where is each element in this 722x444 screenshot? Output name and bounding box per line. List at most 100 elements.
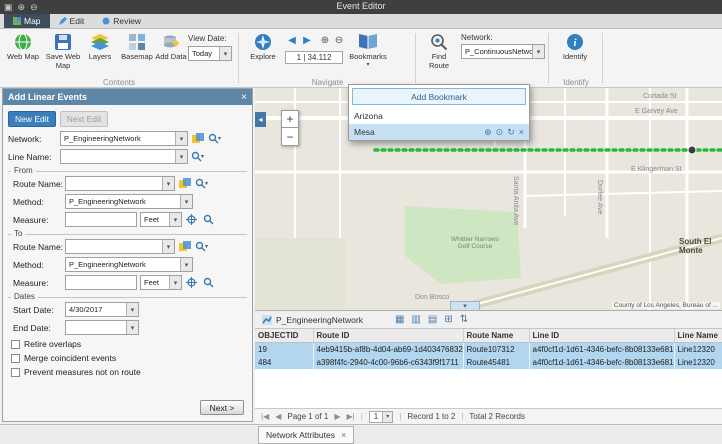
network-field-select[interactable]: P_EngineeringNetwork ▾ [60,131,188,146]
chevron-down-icon[interactable]: ▾ [219,47,231,60]
last-page-icon[interactable]: ▶| [346,412,354,421]
map-scale-input[interactable]: 1 | 34.112 [285,51,343,64]
basemap-button[interactable]: Basemap [118,32,156,76]
zoom-to-measure-icon[interactable] [201,213,216,226]
to-route-name-select[interactable]: ▾ [65,239,175,254]
pick-measure-icon[interactable] [184,213,199,226]
network-attributes-tab[interactable]: Network Attributes × [258,426,354,444]
bookmark-name: Arizona [354,111,383,121]
column-header[interactable]: Line ID [529,329,674,343]
chevron-down-icon[interactable]: ▾ [162,177,174,190]
new-edit-button[interactable]: New Edit [8,111,56,127]
zoom-in-icon[interactable]: ⊕ [318,33,332,47]
chevron-down-icon[interactable]: ▾ [532,45,544,58]
column-header[interactable]: Line Name [674,329,722,343]
column-header[interactable]: Route Name [463,329,529,343]
previous-extent-icon[interactable]: ◀ [285,33,299,47]
collapse-table-button[interactable]: ▾ [450,301,480,310]
network-select[interactable]: P_ContinuousNetwork ▾ [461,44,545,59]
bookmarks-button[interactable]: Bookmarks ▾ [346,32,390,76]
zoom-out-button[interactable]: − [281,128,299,146]
table-empty-area [255,369,722,408]
calendar-dropdown-icon[interactable]: ▾ [126,321,138,334]
from-method-select[interactable]: P_EngineeringNetwork ▾ [65,194,193,209]
identify-button[interactable]: i Identify [556,32,594,76]
table-row[interactable]: 484 a398f4fc-2940-4c00-96b6-c6343f9f1711… [255,356,722,369]
end-date-input[interactable]: ▾ [65,320,139,335]
view-date-select[interactable]: Today ▾ [188,46,232,61]
calendar-dropdown-icon[interactable]: ▾ [126,303,138,316]
pan-to-bookmark-icon[interactable]: ⊙ [496,127,504,138]
find-route-button[interactable]: Find Route [421,32,457,76]
start-date-input[interactable]: 4/30/2017 ▾ [65,302,139,317]
attribute-table-tab[interactable]: P_EngineeringNetwork [276,315,363,325]
sort-icon[interactable]: ⇅ [460,314,468,325]
add-bookmark-button[interactable]: Add Bookmark [352,88,526,105]
chevron-down-icon[interactable]: ▾ [175,132,187,145]
save-icon[interactable]: ▣ [4,2,13,13]
line-name-select[interactable]: ▾ [60,149,188,164]
catalog-icon[interactable] [190,132,205,145]
to-unit-select[interactable]: Feet ▾ [140,275,182,290]
chevron-down-icon[interactable]: ▾ [180,258,192,271]
retire-overlaps-checkbox[interactable] [11,340,20,349]
next-page-icon[interactable]: ▶ [334,412,340,421]
bookmarks-popup: Add Bookmark Arizona Mesa ⊕ ⊙ ↻ × [348,84,530,141]
layers-button[interactable]: Layers [84,32,116,76]
zoom-to-bookmark-icon[interactable]: ⊕ [484,127,492,138]
tab-edit[interactable]: Edit [50,14,94,28]
select-on-map-icon[interactable]: ▾ [194,177,209,190]
first-page-icon[interactable]: |◀ [261,412,269,421]
remove-bookmark-icon[interactable]: × [519,127,524,138]
catalog-icon[interactable] [177,240,192,253]
table-options-icon[interactable]: ▦ [395,314,404,325]
table-row[interactable]: 19 4eb9415b-af8b-4d04-ab69-1d403476832b … [255,343,722,357]
add-record-icon[interactable]: ⊞ [444,314,452,325]
chevron-down-icon[interactable]: ▾ [180,195,192,208]
window-titlebar: ▣ ⊕ ⊖ Event Editor [0,0,722,14]
column-header[interactable]: Route ID [313,329,463,343]
chevron-down-icon[interactable]: ▾ [169,213,181,226]
update-bookmark-icon[interactable]: ↻ [507,127,515,138]
zoom-to-measure-icon[interactable] [201,276,216,289]
zoom-in-icon[interactable]: ⊕ [18,2,26,13]
chevron-down-icon[interactable]: ▾ [175,150,187,163]
collapse-panel-button[interactable]: ◂ [255,112,266,127]
next-extent-icon[interactable]: ▶ [300,33,314,47]
show-selected-icon[interactable]: ▥ [411,314,420,325]
select-on-map-icon[interactable]: ▾ [190,150,205,163]
bookmark-item-arizona[interactable]: Arizona [349,108,529,124]
bookmark-item-mesa[interactable]: Mesa ⊕ ⊙ ↻ × [349,124,529,140]
previous-page-icon[interactable]: ◀ [275,412,281,421]
zoom-out-icon[interactable]: ⊖ [332,33,346,47]
merge-coincident-checkbox[interactable] [11,354,20,363]
page-size-select[interactable]: 1 ▾ [369,411,393,423]
clear-selection-icon[interactable]: ▤ [428,314,437,325]
zoom-out-icon[interactable]: ⊖ [30,2,38,13]
from-route-name-select[interactable]: ▾ [65,176,175,191]
to-measure-input[interactable] [65,275,137,290]
explore-button[interactable]: Explore [244,32,282,76]
save-web-map-button[interactable]: Save Web Map [44,32,82,76]
identify-label: Identify [563,53,587,62]
from-unit-select[interactable]: Feet ▾ [140,212,182,227]
chevron-down-icon[interactable]: ▾ [169,276,181,289]
close-icon[interactable]: × [241,92,247,103]
next-button[interactable]: Next > [200,400,244,415]
add-data-button[interactable]: Add Data [152,32,190,76]
select-on-map-icon[interactable]: ▾ [207,132,222,145]
tab-review[interactable]: Review [93,14,150,28]
tab-map[interactable]: Map [4,14,50,28]
web-map-button[interactable]: Web Map [4,32,42,76]
to-method-select[interactable]: P_EngineeringNetwork ▾ [65,257,193,272]
close-icon[interactable]: × [341,430,346,440]
from-measure-input[interactable] [65,212,137,227]
zoom-in-button[interactable]: + [281,110,299,128]
column-header[interactable]: OBJECTID [255,329,313,343]
prevent-measures-checkbox[interactable] [11,368,20,377]
catalog-icon[interactable] [177,177,192,190]
chevron-down-icon[interactable]: ▾ [162,240,174,253]
record-total-label: Total 2 Records [469,412,525,421]
pick-measure-icon[interactable] [184,276,199,289]
select-on-map-icon[interactable]: ▾ [194,240,209,253]
